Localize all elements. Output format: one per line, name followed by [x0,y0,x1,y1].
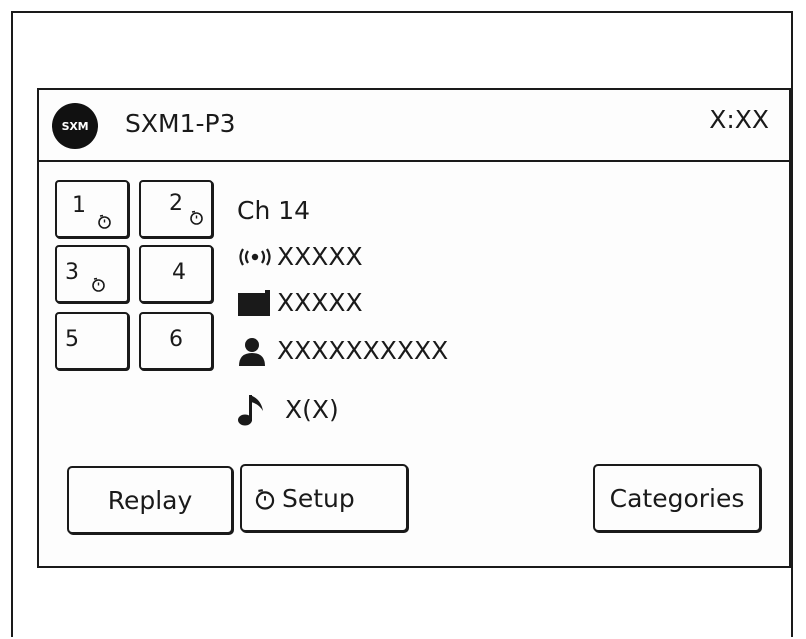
setup-button[interactable]: Setup [240,464,408,532]
artist-row: XXXXXXXXXX [237,334,448,368]
replay-button[interactable]: Replay [67,466,233,534]
folder-icon [237,288,277,318]
replay-label: Replay [107,485,193,515]
preset-label: 3 [65,260,79,285]
preset-button-4[interactable]: 4 [139,245,213,303]
artist-name: XXXXXXXXXX [277,336,449,365]
alarm-clock-icon [255,489,275,510]
preset-button-5[interactable]: 5 [55,312,129,370]
broadcast-signal-icon [237,242,277,272]
preset-label: 5 [65,327,79,352]
setup-label: Setup [282,483,355,513]
preset-label: 2 [169,191,183,216]
radio-screen: SXM SXM1-P3 X:XX 1 2 3 4 5 6 Ch 14 XXXXX… [37,88,791,568]
song-row: X(X) [237,393,339,427]
alarm-clock-icon [92,277,105,292]
alarm-clock-icon [190,210,203,225]
song-title: X(X) [285,395,339,424]
categories-button[interactable]: Categories [593,464,761,532]
channel-number: Ch 14 [237,196,311,225]
preset-button-2[interactable]: 2 [139,180,213,238]
preset-button-6[interactable]: 6 [139,312,213,370]
clock: X:XX [709,105,769,134]
header-bar: SXM SXM1-P3 X:XX [39,90,789,162]
preset-button-1[interactable]: 1 [55,180,129,238]
preset-label: 1 [72,193,86,218]
alarm-clock-icon [98,214,111,229]
categories-label: Categories [609,483,745,513]
category-name: XXXXX [277,288,363,317]
station-row: XXXXX [237,240,363,274]
channel-title: SXM1-P3 [125,109,236,138]
preset-label: 4 [172,260,186,285]
station-name: XXXXX [277,242,363,271]
category-row: XXXXX [237,286,363,320]
sxm-logo: SXM [52,103,98,149]
channel-number-row: Ch 14 [237,194,310,228]
preset-label: 6 [169,327,183,352]
music-note-icon [237,395,285,426]
person-icon [237,336,277,366]
preset-button-3[interactable]: 3 [55,245,129,303]
